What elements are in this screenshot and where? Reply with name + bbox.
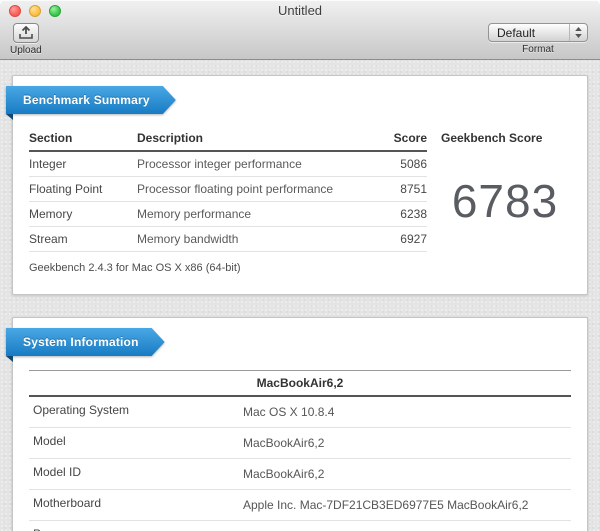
row-section: Integer: [29, 157, 67, 171]
row-score: 6927: [400, 232, 427, 246]
row-value-line1: Intel(R) Core(TM) i5-4250U CPU @ 1.30GHz…: [243, 527, 571, 531]
geekbench-score-panel: Geekbench Score 6783: [427, 128, 569, 252]
table-row: Model MacBookAir6,2: [29, 428, 571, 459]
row-value: MacBookAir6,2: [243, 436, 325, 450]
row-description: Processor integer performance: [137, 157, 302, 171]
row-description: Memory bandwidth: [137, 232, 239, 246]
window-chrome: Untitled Upload Default Format: [0, 0, 600, 60]
table-row: Model ID MacBookAir6,2: [29, 459, 571, 490]
table-row: Motherboard Apple Inc. Mac-7DF21CB3ED697…: [29, 490, 571, 521]
row-score: 6238: [400, 207, 427, 221]
benchmark-table: Section Description Score Integer Proces…: [29, 128, 427, 252]
ribbon-fold: [6, 114, 13, 120]
row-value: Intel(R) Core(TM) i5-4250U CPU @ 1.30GHz…: [243, 527, 571, 531]
minimize-button[interactable]: [29, 5, 41, 17]
benchmark-table-header: Section Description Score: [29, 128, 427, 152]
system-table-header: MacBookAir6,2: [29, 370, 571, 397]
table-row: Floating Point Processor floating point …: [29, 177, 427, 202]
table-row: Stream Memory bandwidth 6927: [29, 227, 427, 252]
row-score: 5086: [400, 157, 427, 171]
row-label: Model: [33, 434, 66, 448]
format-dropdown-value: Default: [497, 25, 536, 40]
app-window: Untitled Upload Default Format Benchmark…: [0, 0, 600, 531]
row-section: Floating Point: [29, 182, 103, 196]
table-row: Operating System Mac OS X 10.8.4: [29, 397, 571, 428]
system-information-ribbon: System Information: [6, 328, 165, 356]
column-header-description: Description: [137, 131, 204, 145]
row-label: Processor: [33, 527, 243, 531]
content-area: Benchmark Summary Section Description Sc…: [0, 60, 600, 531]
table-row: Integer Processor integer performance 50…: [29, 152, 427, 177]
table-row: Processor Intel(R) Core(TM) i5-4250U CPU…: [29, 521, 571, 531]
row-value: Mac OS X 10.8.4: [243, 405, 335, 419]
row-label: Motherboard: [33, 496, 102, 510]
row-section: Stream: [29, 232, 68, 246]
window-controls: [9, 5, 61, 17]
row-value: Apple Inc. Mac-7DF21CB3ED6977E5 MacBookA…: [243, 498, 529, 512]
upload-icon: [12, 23, 39, 43]
zoom-button[interactable]: [49, 5, 61, 17]
table-row: Memory Memory performance 6238: [29, 202, 427, 227]
close-button[interactable]: [9, 5, 21, 17]
benchmark-summary-ribbon: Benchmark Summary: [6, 86, 176, 114]
row-description: Memory performance: [137, 207, 252, 221]
format-label: Format: [522, 44, 554, 55]
geekbench-score-value: 6783: [451, 175, 559, 227]
column-header-section: Section: [29, 131, 73, 145]
row-label: Operating System: [33, 403, 130, 417]
row-description: Processor floating point performance: [137, 182, 334, 196]
titlebar[interactable]: Untitled: [0, 0, 600, 22]
column-header-score: Score: [393, 131, 427, 145]
system-information-card: System Information MacBookAir6,2 Operati…: [6, 317, 588, 531]
row-section: Memory: [29, 207, 73, 221]
format-control: Default Format: [488, 23, 588, 55]
ribbon-banner: System Information: [6, 328, 165, 356]
geekbench-version-footer: Geekbench 2.4.3 for Mac OS X x86 (64-bit…: [29, 262, 241, 274]
dropdown-arrows-icon: [569, 24, 587, 41]
toolbar: Upload Default Format: [0, 22, 600, 60]
benchmark-summary-card: Benchmark Summary Section Description Sc…: [6, 75, 588, 295]
upload-label: Upload: [10, 45, 42, 56]
window-title: Untitled: [277, 3, 323, 18]
ribbon-banner: Benchmark Summary: [6, 86, 176, 114]
column-header-geekbench-score: Geekbench Score: [441, 131, 543, 145]
row-value: MacBookAir6,2: [243, 467, 325, 481]
row-label: Model ID: [33, 465, 82, 479]
row-score: 8751: [400, 182, 427, 196]
format-dropdown[interactable]: Default: [488, 23, 588, 42]
ribbon-fold: [6, 356, 13, 362]
upload-button[interactable]: Upload: [10, 23, 42, 56]
